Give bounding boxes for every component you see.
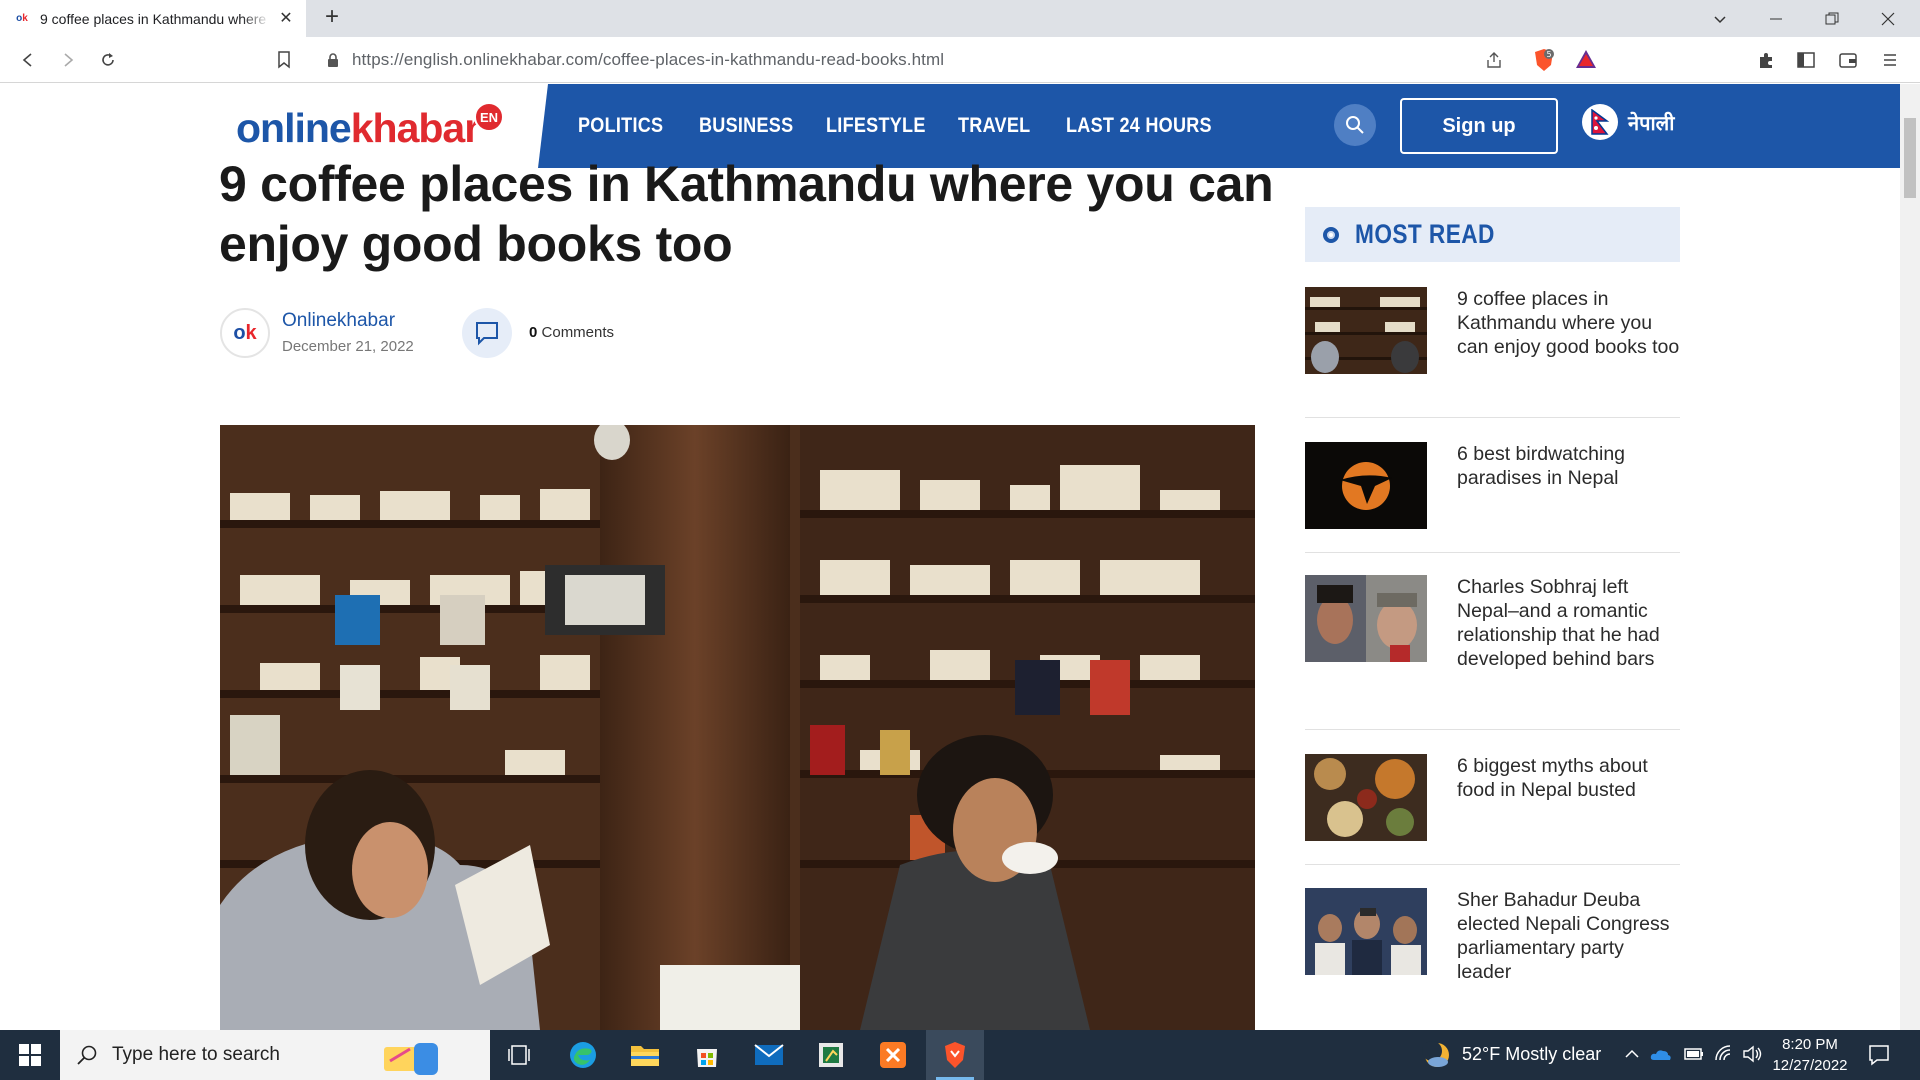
language-label: नेपाली bbox=[1628, 112, 1675, 135]
comment-count[interactable]: 0 Comments bbox=[529, 324, 614, 341]
clock-date: 12/27/2022 bbox=[1772, 1057, 1848, 1074]
wifi-icon[interactable] bbox=[1714, 1044, 1734, 1064]
sidebar-toggle-icon[interactable] bbox=[1792, 46, 1820, 74]
extensions-icon[interactable] bbox=[1752, 46, 1780, 74]
thumbnail-image[interactable] bbox=[1305, 888, 1427, 975]
menu-icon[interactable] bbox=[1876, 46, 1904, 74]
most-read-title[interactable]: 6 biggest myths about food in Nepal bust… bbox=[1457, 754, 1682, 802]
thumbnail-image[interactable] bbox=[1305, 754, 1427, 841]
comment-icon[interactable] bbox=[462, 308, 512, 358]
edge-icon[interactable] bbox=[554, 1030, 612, 1080]
weather-moon-icon bbox=[1422, 1041, 1449, 1067]
windows-taskbar: Type here to search 52°F Mostly clear 8:… bbox=[0, 1030, 1920, 1080]
weather-text[interactable]: 52°F Mostly clear bbox=[1462, 1044, 1601, 1065]
search-icon[interactable] bbox=[1334, 104, 1376, 146]
mail-icon[interactable] bbox=[740, 1030, 798, 1080]
brave-rewards-icon[interactable] bbox=[1575, 48, 1597, 72]
windows-start-icon[interactable] bbox=[0, 1030, 60, 1080]
volume-icon[interactable] bbox=[1742, 1044, 1764, 1064]
author-name[interactable]: Onlinekhabar bbox=[282, 310, 395, 332]
most-read-title[interactable]: Sher Bahadur Deuba elected Nepali Congre… bbox=[1457, 888, 1682, 984]
lock-icon bbox=[328, 53, 338, 67]
system-clock[interactable]: 8:20 PM 12/27/2022 bbox=[1770, 1034, 1850, 1076]
tab-close-icon[interactable]: ✕ bbox=[276, 9, 296, 29]
most-read-item[interactable]: Charles Sobhraj left Nepal–and a romanti… bbox=[1305, 575, 1680, 730]
minimize-button[interactable] bbox=[1748, 0, 1804, 37]
brave-browser-taskbar-icon[interactable] bbox=[926, 1030, 984, 1080]
article-hero-image bbox=[220, 425, 1255, 1030]
browser-toolbar: https://english.onlinekhabar.com/coffee-… bbox=[0, 37, 1920, 83]
nav-politics[interactable]: POLITICS bbox=[578, 114, 663, 138]
most-read-item[interactable]: Sher Bahadur Deuba elected Nepali Congre… bbox=[1305, 888, 1680, 1038]
language-switch[interactable]: नेपाली bbox=[1582, 104, 1674, 140]
microsoft-store-icon[interactable] bbox=[678, 1030, 736, 1080]
svg-text:5: 5 bbox=[1546, 50, 1551, 59]
browser-tab[interactable]: ok 9 coffee places in Kathmandu where yo… bbox=[0, 0, 306, 37]
new-tab-button[interactable]: + bbox=[318, 4, 346, 32]
thumbnail-image[interactable] bbox=[1305, 442, 1427, 529]
edition-badge[interactable]: EN bbox=[474, 102, 504, 132]
restore-button[interactable] bbox=[1804, 0, 1860, 37]
scrollbar-thumb[interactable] bbox=[1904, 118, 1916, 198]
most-read-title[interactable]: 6 best birdwatching paradises in Nepal bbox=[1457, 442, 1682, 490]
back-icon[interactable] bbox=[14, 46, 42, 74]
nepal-flag-icon bbox=[1582, 104, 1618, 140]
onedrive-icon[interactable] bbox=[1650, 1046, 1672, 1062]
bullet-icon bbox=[1323, 226, 1339, 243]
nav-business[interactable]: BUSINESS bbox=[699, 114, 793, 138]
address-bar[interactable]: https://english.onlinekhabar.com/coffee-… bbox=[312, 42, 1608, 78]
close-window-button[interactable] bbox=[1860, 0, 1916, 37]
clock-time: 8:20 PM bbox=[1782, 1036, 1838, 1053]
most-read-title[interactable]: Charles Sobhraj left Nepal–and a romanti… bbox=[1457, 575, 1682, 671]
most-read-item[interactable]: 9 coffee places in Kathmandu where you c… bbox=[1305, 287, 1680, 418]
tab-title: 9 coffee places in Kathmandu where you c… bbox=[40, 10, 270, 27]
forward-icon[interactable] bbox=[54, 46, 82, 74]
nav-last-24-hours[interactable]: LAST 24 HOURS bbox=[1066, 114, 1212, 138]
bookmark-icon[interactable] bbox=[270, 46, 298, 74]
article-title: 9 coffee places in Kathmandu where you c… bbox=[219, 156, 1274, 272]
reload-icon[interactable] bbox=[94, 46, 122, 74]
most-read-label: MOST READ bbox=[1355, 219, 1495, 249]
thumbnail-image[interactable] bbox=[1305, 575, 1427, 662]
tray-chevron-up-icon[interactable] bbox=[1624, 1046, 1640, 1062]
taskbar-search-box[interactable]: Type here to search bbox=[60, 1030, 490, 1080]
most-read-title[interactable]: 9 coffee places in Kathmandu where you c… bbox=[1457, 287, 1682, 359]
brave-shields-icon[interactable]: 5 bbox=[1533, 48, 1555, 72]
author-avatar[interactable]: ok bbox=[220, 308, 270, 358]
excel-icon[interactable] bbox=[802, 1030, 860, 1080]
page-scrollbar[interactable] bbox=[1900, 84, 1920, 1030]
task-view-icon[interactable] bbox=[490, 1030, 548, 1080]
thumbnail-image[interactable] bbox=[1305, 287, 1427, 374]
xampp-icon[interactable] bbox=[864, 1030, 922, 1080]
signup-button[interactable]: Sign up bbox=[1400, 98, 1558, 154]
url-text: https://english.onlinekhabar.com/coffee-… bbox=[352, 50, 945, 69]
site-favicon-icon: ok bbox=[16, 13, 28, 24]
most-read-item[interactable]: 6 biggest myths about food in Nepal bust… bbox=[1305, 754, 1680, 865]
nav-travel[interactable]: TRAVEL bbox=[958, 114, 1030, 138]
wallet-icon[interactable] bbox=[1834, 46, 1862, 74]
browser-tab-strip: ok 9 coffee places in Kathmandu where yo… bbox=[0, 0, 1920, 37]
file-explorer-icon[interactable] bbox=[616, 1030, 674, 1080]
tab-search-chevron-icon[interactable] bbox=[1692, 0, 1748, 37]
search-icon bbox=[77, 1045, 97, 1065]
taskbar-search-placeholder: Type here to search bbox=[112, 1044, 280, 1065]
share-icon[interactable] bbox=[1480, 46, 1508, 74]
most-read-header: MOST READ bbox=[1305, 207, 1680, 262]
site-logo[interactable]: online khabar bbox=[236, 104, 480, 152]
publish-date: December 21, 2022 bbox=[282, 338, 414, 355]
search-highlight-icon bbox=[383, 1043, 438, 1075]
most-read-item[interactable]: 6 best birdwatching paradises in Nepal bbox=[1305, 442, 1680, 553]
battery-icon[interactable] bbox=[1684, 1046, 1704, 1062]
notifications-icon[interactable] bbox=[1868, 1044, 1890, 1066]
nav-lifestyle[interactable]: LIFESTYLE bbox=[826, 114, 926, 138]
